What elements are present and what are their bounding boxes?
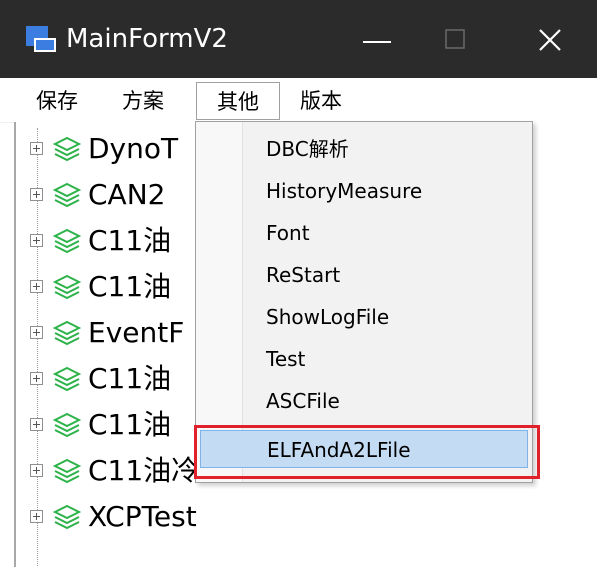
layers-icon [52,458,82,484]
close-icon [539,29,561,51]
menu-version[interactable]: 版本 [286,82,356,120]
expand-plus-icon[interactable] [30,234,43,247]
menu-item-label: ELFAndA2LFile [267,438,411,462]
expand-plus-icon[interactable] [30,188,43,201]
tree-node-label: C11油 [88,362,172,395]
expand-plus-icon[interactable] [30,280,43,293]
menu-item-label: DBC解析 [266,137,349,161]
menu-other[interactable]: 其他 [196,82,280,120]
menu-item-label: ShowLogFile [266,305,390,329]
tree-node-label: C11油 [88,270,172,303]
tree-node-label: XCPTest [88,500,197,533]
menu-item-show-log-file[interactable]: ShowLogFile [200,298,528,336]
other-dropdown-menu: DBC解析 HistoryMeasure Font ReStart ShowLo… [195,121,533,483]
expand-plus-icon[interactable] [30,372,43,385]
menu-item-label: ASCFile [266,389,340,413]
title-bar: MainFormV2 [0,0,597,78]
menu-item-label: Test [266,347,306,371]
layers-icon [52,136,82,162]
menu-item-label: ReStart [266,263,341,287]
tree-node[interactable]: XCPTest [16,494,596,540]
menu-plan[interactable]: 方案 [108,82,178,120]
tree-node-label: CAN2 [88,178,166,211]
menu-item-elf-a2l-file[interactable]: ELFAndA2LFile [200,430,528,468]
layers-icon [52,228,82,254]
expand-plus-icon[interactable] [30,464,43,477]
minimize-button[interactable] [338,0,418,78]
expand-plus-icon[interactable] [30,326,43,339]
maximize-icon [445,29,465,49]
maximize-button[interactable] [418,0,498,78]
menu-item-label: HistoryMeasure [266,179,423,203]
menu-item-label: Font [266,221,310,245]
menu-item-test[interactable]: Test [200,340,528,378]
layers-icon [52,504,82,530]
menu-item-restart[interactable]: ReStart [200,256,528,294]
layers-icon [52,182,82,208]
menu-item-history-measure[interactable]: HistoryMeasure [200,172,528,210]
minimize-icon [363,41,391,43]
layers-icon [52,320,82,346]
tree-node-label: DynoT [88,132,179,165]
expand-plus-icon[interactable] [30,142,43,155]
expand-plus-icon[interactable] [30,510,43,523]
menu-bar: 保存 方案 其他 版本 [0,78,597,123]
close-button[interactable] [506,0,586,78]
tree-node-label: C11油 [88,408,172,441]
window-app-icon [26,26,56,52]
expand-plus-icon[interactable] [30,418,43,431]
layers-icon [52,274,82,300]
menu-save[interactable]: 保存 [24,82,90,120]
window-title: MainFormV2 [66,24,228,54]
menu-item-font[interactable]: Font [200,214,528,252]
tree-node-label: EventF [88,316,185,349]
layers-icon [52,412,82,438]
tree-node-label: C11油 [88,224,172,257]
menu-item-dbc-parse[interactable]: DBC解析 [200,130,528,168]
menu-item-asc-file[interactable]: ASCFile [200,382,528,420]
layers-icon [52,366,82,392]
